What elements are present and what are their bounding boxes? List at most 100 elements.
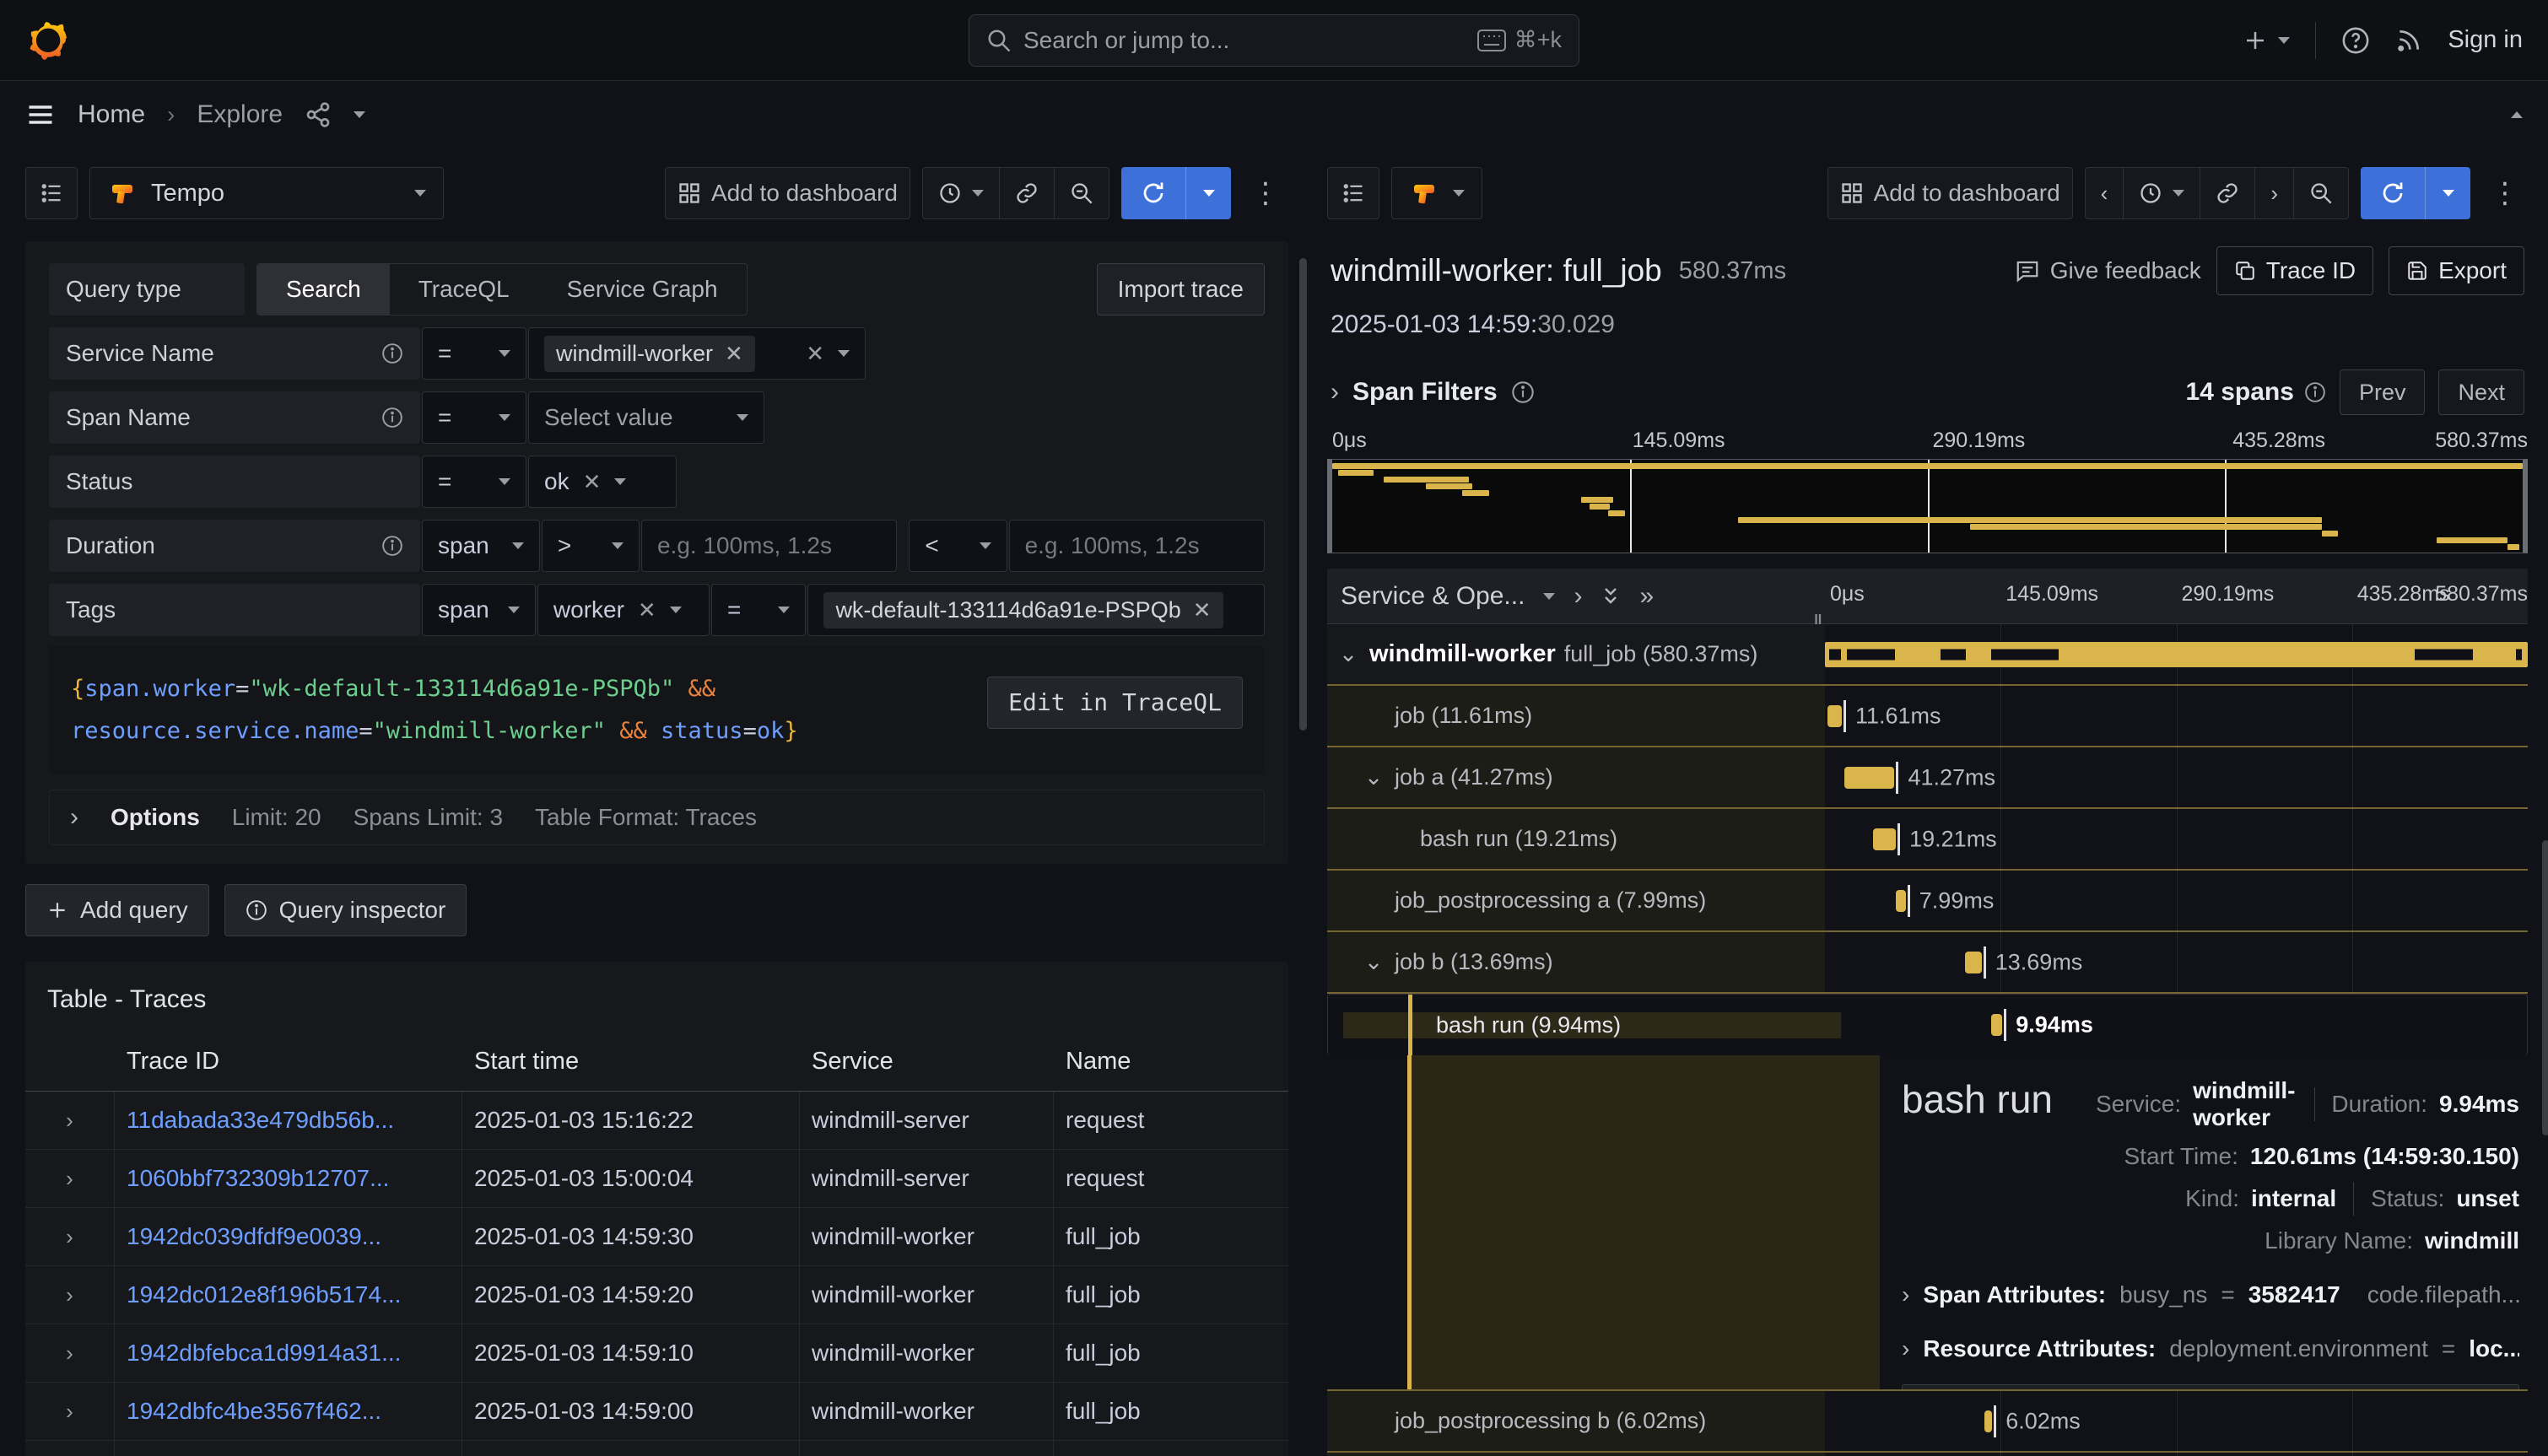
- tab-search[interactable]: Search: [257, 264, 390, 315]
- tags-operator-select[interactable]: =: [711, 584, 806, 636]
- span-bar[interactable]: [1873, 828, 1896, 850]
- col-name[interactable]: Name: [1054, 1033, 1288, 1091]
- time-range-picker[interactable]: [2124, 168, 2200, 218]
- menu-icon[interactable]: [25, 100, 56, 130]
- duration-lt-select[interactable]: <: [909, 520, 1007, 572]
- span-name-operator-select[interactable]: =: [422, 391, 526, 444]
- chevron-down-icon[interactable]: ⌄: [1361, 764, 1386, 790]
- row-expand-chevron[interactable]: ›: [25, 1441, 115, 1456]
- tags-key-select[interactable]: worker✕: [537, 584, 710, 636]
- news-rss-icon[interactable]: [2395, 27, 2422, 54]
- table-row[interactable]: › 1942dbfc4be3567f462... 2025-01-03 14:5…: [25, 1383, 1288, 1441]
- row-expand-chevron[interactable]: ›: [25, 1324, 115, 1382]
- tab-traceql[interactable]: TraceQL: [390, 264, 538, 315]
- table-row[interactable]: › 1060bbf732309b12707... 2025-01-03 15:0…: [25, 1150, 1288, 1208]
- table-row[interactable]: › 1942dc012e8f196b5174... 2025-01-03 14:…: [25, 1266, 1288, 1324]
- query-inspector-button[interactable]: Query inspector: [224, 884, 467, 936]
- table-row[interactable]: › 1942dc039dfdf9e0039... 2025-01-03 14:5…: [25, 1208, 1288, 1266]
- status-operator-select[interactable]: =: [422, 456, 526, 508]
- tree-column-header[interactable]: Service & Ope... › »: [1327, 569, 1825, 623]
- trace-id-link[interactable]: 1942dbfebca1d9914a31...: [127, 1340, 401, 1367]
- span-name-value-select[interactable]: Select value: [528, 391, 764, 444]
- trace-id-link[interactable]: 1942dc012e8f196b5174...: [127, 1281, 401, 1308]
- help-icon[interactable]: [2341, 26, 2370, 55]
- trace-minimap[interactable]: [1327, 459, 2528, 553]
- span-row[interactable]: ⌄ job c (286.87ms) 286.87ms: [1327, 1453, 2528, 1456]
- edit-in-traceql-button[interactable]: Edit in TraceQL: [987, 677, 1243, 729]
- span-row[interactable]: ⌄ job a (41.27ms) 41.27ms: [1327, 747, 2528, 809]
- query-options-row[interactable]: › Options Limit: 20 Spans Limit: 3 Table…: [49, 790, 1265, 845]
- span-bar[interactable]: [1965, 952, 1982, 973]
- global-search-input[interactable]: Search or jump to... ⌘+k: [969, 14, 1579, 67]
- share-icon[interactable]: [305, 101, 332, 128]
- refresh-interval-caret[interactable]: [1185, 167, 1231, 219]
- duration-max-input[interactable]: e.g. 100ms, 1.2s: [1009, 520, 1265, 572]
- prev-button[interactable]: Prev: [2340, 369, 2426, 415]
- link-button[interactable]: [2200, 168, 2255, 218]
- breadcrumb-explore[interactable]: Explore: [197, 100, 283, 129]
- run-query-button[interactable]: [1121, 167, 1231, 219]
- zoom-out-button[interactable]: [2294, 168, 2348, 218]
- import-trace-button[interactable]: Import trace: [1097, 263, 1265, 315]
- kebab-menu-icon[interactable]: ⋮: [2482, 176, 2528, 210]
- row-expand-chevron[interactable]: ›: [25, 1208, 115, 1265]
- span-row[interactable]: job (11.61ms) 11.61ms: [1327, 686, 2528, 747]
- explore-split-caret[interactable]: [354, 111, 365, 118]
- time-shift-right-button[interactable]: ›: [2255, 168, 2294, 218]
- tags-scope-select[interactable]: span: [422, 584, 536, 636]
- grafana-logo-icon[interactable]: [25, 18, 71, 63]
- chevron-right-icon[interactable]: ›: [1331, 378, 1339, 407]
- query-outline-button[interactable]: [1327, 167, 1379, 219]
- row-expand-chevron[interactable]: ›: [25, 1383, 115, 1440]
- run-query-button[interactable]: [2361, 167, 2470, 219]
- span-bar[interactable]: [1984, 1410, 1992, 1432]
- chevron-down-icon[interactable]: ⌄: [1361, 949, 1386, 975]
- expand-all-icon[interactable]: »: [1639, 582, 1654, 611]
- span-row[interactable]: job_postprocessing a (7.99ms) 7.99ms: [1327, 871, 2528, 932]
- traceql-preview[interactable]: {span.worker="wk-default-133114d6a91e-PS…: [49, 646, 1265, 774]
- new-menu-button[interactable]: [2243, 28, 2290, 53]
- table-row[interactable]: › 1942dbfebca1d9914a31... 2025-01-03 14:…: [25, 1324, 1288, 1383]
- trace-id-button[interactable]: Trace ID: [2216, 246, 2373, 295]
- left-scrollbar[interactable]: [1299, 258, 1307, 731]
- service-name-operator-select[interactable]: =: [422, 327, 526, 380]
- span-row[interactable]: job_postprocessing b (6.02ms) 6.02ms: [1327, 1391, 2528, 1453]
- duration-min-input[interactable]: e.g. 100ms, 1.2s: [641, 520, 897, 572]
- duration-gt-select[interactable]: >: [542, 520, 640, 572]
- row-expand-chevron[interactable]: ›: [25, 1266, 115, 1324]
- chevron-down-icon[interactable]: ⌄: [1336, 641, 1361, 667]
- add-to-dashboard-button[interactable]: Add to dashboard: [665, 167, 910, 219]
- zoom-out-button[interactable]: [1055, 168, 1109, 218]
- span-bar[interactable]: [1991, 1014, 2002, 1036]
- right-scrollbar[interactable]: [2542, 840, 2548, 1135]
- remove-icon[interactable]: ✕: [725, 341, 743, 367]
- export-button[interactable]: Export: [2389, 246, 2524, 295]
- service-name-value-select[interactable]: windmill-worker✕ ✕: [528, 327, 866, 380]
- time-shift-left-button[interactable]: ‹: [2086, 168, 2124, 218]
- kebab-menu-icon[interactable]: ⋮: [1243, 176, 1288, 210]
- give-feedback-button[interactable]: Give feedback: [2015, 257, 2201, 284]
- remove-icon[interactable]: ✕: [1193, 597, 1212, 623]
- table-row[interactable]: › 11dabada33e479db56b... 2025-01-03 15:1…: [25, 1092, 1288, 1150]
- next-button[interactable]: Next: [2438, 369, 2524, 415]
- datasource-picker[interactable]: Tempo: [89, 167, 444, 219]
- span-row[interactable]: bash run (19.21ms) 19.21ms: [1327, 809, 2528, 871]
- refresh-interval-caret[interactable]: [2425, 167, 2470, 219]
- collapse-all-icon[interactable]: [1601, 584, 1621, 609]
- sign-in-button[interactable]: Sign in: [2448, 26, 2523, 54]
- trace-id-link[interactable]: 1942dc039dfdf9e0039...: [127, 1223, 381, 1250]
- row-expand-chevron[interactable]: ›: [25, 1150, 115, 1207]
- col-trace-id[interactable]: Trace ID: [115, 1033, 462, 1091]
- trace-id-link[interactable]: 1942dbfc4be3567f462...: [127, 1398, 381, 1425]
- link-button[interactable]: [1000, 168, 1055, 218]
- query-outline-button[interactable]: [25, 167, 78, 219]
- span-bar[interactable]: [1896, 890, 1906, 912]
- clear-icon[interactable]: ✕: [806, 341, 824, 367]
- trace-id-link[interactable]: 1060bbf732309b12707...: [127, 1165, 389, 1192]
- chevron-down-icon[interactable]: [1543, 593, 1555, 600]
- add-query-button[interactable]: Add query: [25, 884, 209, 936]
- add-to-dashboard-button[interactable]: Add to dashboard: [1827, 167, 2073, 219]
- col-start-time[interactable]: Start time: [462, 1033, 800, 1091]
- span-row[interactable]: bash run (9.94ms) 9.94ms: [1327, 994, 2528, 1055]
- table-row[interactable]: › 1942dbf9d9fa6108d0d1... 2025-01-03 14:…: [25, 1441, 1288, 1456]
